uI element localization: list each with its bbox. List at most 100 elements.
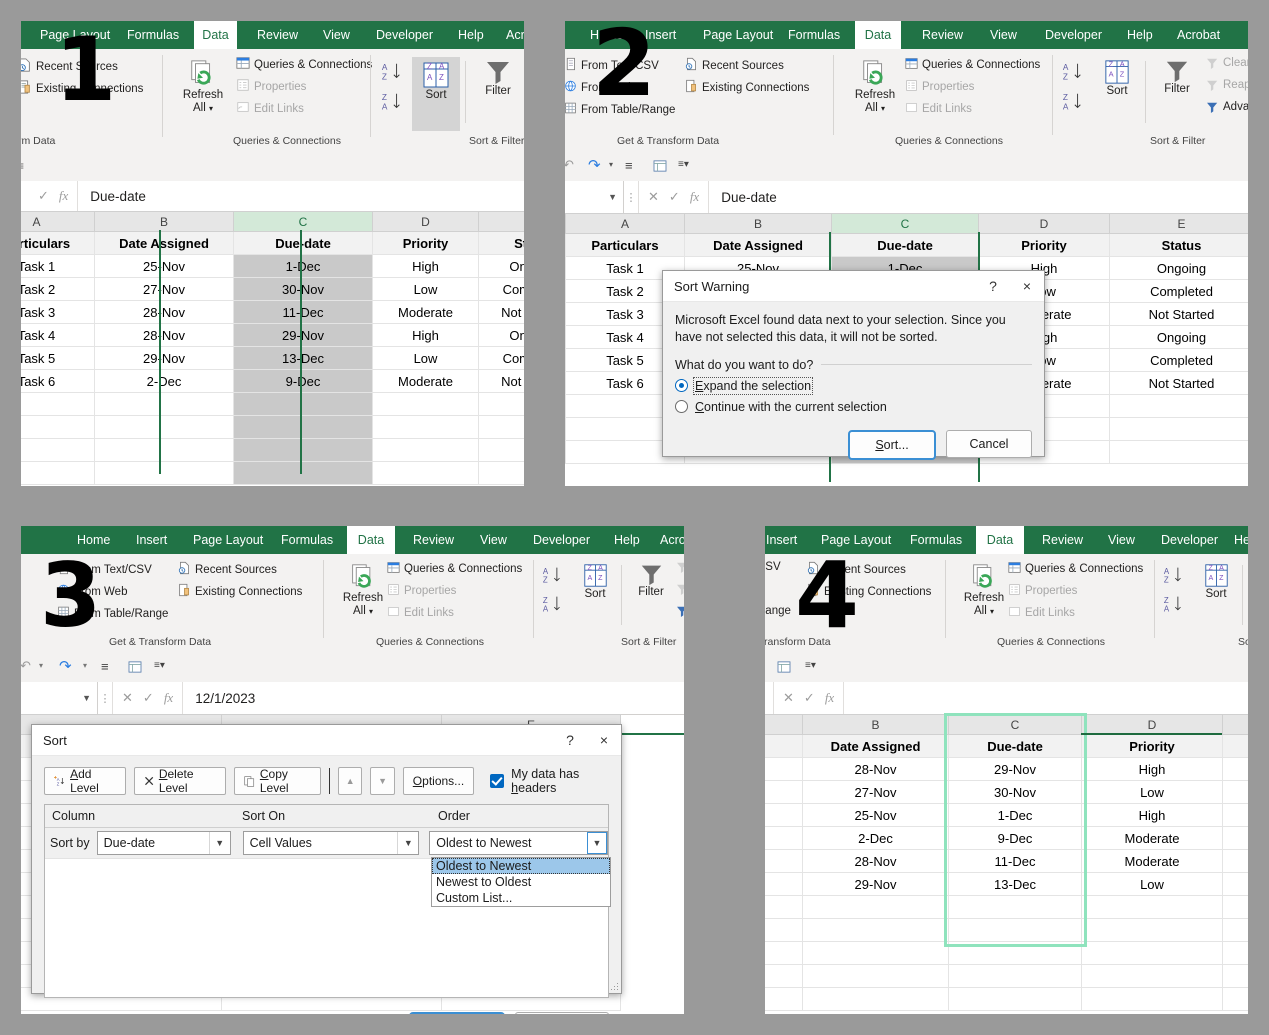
ribbon-queries-connections[interactable]: Queries & Connections — [387, 561, 522, 577]
ribbon-from-table-range[interactable]: From Table/Range — [565, 101, 675, 118]
refresh-all-button[interactable]: Refresh All ▾ — [336, 563, 390, 618]
tab-page-layout[interactable]: Page Layout — [184, 526, 272, 554]
confirm-icon[interactable]: ✓ — [38, 188, 49, 204]
refresh-all-button[interactable]: Refresh All ▾ — [848, 59, 902, 115]
cell[interactable]: High — [1081, 757, 1223, 781]
col-header-e[interactable]: E — [478, 211, 524, 232]
ribbon-recent-sources[interactable]: Recent Sources — [685, 57, 784, 74]
tab-developer[interactable]: Developer — [1152, 526, 1227, 554]
cell[interactable]: 28-Nov — [94, 300, 234, 324]
cell[interactable] — [372, 392, 479, 416]
cell[interactable] — [1109, 394, 1248, 418]
cell[interactable]: Completed — [1109, 348, 1248, 372]
confirm-icon[interactable]: ✓ — [143, 690, 154, 706]
sort-az-button[interactable]: AZ — [1163, 565, 1184, 591]
confirm-icon[interactable]: ✓ — [804, 690, 815, 706]
cell[interactable]: Moderate — [372, 300, 479, 324]
cell[interactable] — [802, 964, 949, 988]
ribbon-recent-sources[interactable]: Recent Sources — [178, 561, 277, 578]
cell[interactable] — [372, 438, 479, 462]
cell[interactable]: 30-Nov — [233, 277, 373, 301]
tab-formulas[interactable]: Formulas — [272, 526, 342, 554]
cell[interactable] — [1222, 987, 1248, 1011]
cell[interactable]: High — [1081, 803, 1223, 827]
cell[interactable] — [21, 392, 95, 416]
cell[interactable]: Task 1 — [21, 254, 95, 278]
ok-button[interactable]: OK — [409, 1012, 505, 1014]
cell[interactable] — [765, 964, 803, 988]
cell[interactable]: 27-Nov — [802, 780, 949, 804]
cell[interactable] — [765, 757, 803, 781]
cell[interactable] — [21, 461, 95, 485]
cell[interactable]: Not Started — [1109, 302, 1248, 326]
col-header-c[interactable]: C — [948, 714, 1082, 735]
ribbon-existing-connections[interactable]: Existing Connections — [21, 80, 143, 97]
copy-level-button[interactable]: Copy Level — [233, 767, 322, 795]
cell[interactable] — [94, 415, 234, 439]
cell[interactable]: 9-Dec — [948, 826, 1082, 850]
cell[interactable] — [765, 780, 803, 804]
cell[interactable]: 25-Nov — [94, 254, 234, 278]
confirm-icon[interactable]: ✓ — [669, 189, 680, 205]
dropdown-option-newest-oldest[interactable]: Newest to Oldest — [432, 874, 610, 890]
cell[interactable]: 11-Dec — [233, 300, 373, 324]
cell[interactable] — [765, 826, 803, 850]
sort-button[interactable]: Z A A Z Sort — [1090, 59, 1144, 98]
cell[interactable] — [478, 438, 524, 462]
cell[interactable]: Moderate — [372, 369, 479, 393]
cell[interactable]: 1-Dec — [233, 254, 373, 278]
undo-icon[interactable]: ↶ — [21, 658, 31, 674]
tab-view[interactable]: View — [314, 21, 359, 49]
move-down-button[interactable]: ▼ — [370, 767, 395, 795]
cell-header[interactable]: Particulars — [565, 233, 685, 257]
tab-acrobat[interactable]: Acrobat — [651, 526, 684, 554]
undo-chevron-icon[interactable]: ▾ — [39, 661, 43, 670]
tab-review[interactable]: Review — [248, 21, 307, 49]
sort-az-button[interactable]: AZ — [1062, 61, 1084, 88]
cancel-button[interactable]: Cancel — [946, 429, 1032, 458]
cell[interactable]: 25-Nov — [802, 803, 949, 827]
tab-developer[interactable]: Developer — [1036, 21, 1111, 49]
cell[interactable] — [1081, 987, 1223, 1011]
cell[interactable] — [233, 415, 373, 439]
cell[interactable] — [1222, 780, 1248, 804]
tab-page-layout[interactable]: Page Layout — [31, 21, 119, 49]
tab-data[interactable]: Data — [855, 21, 901, 49]
ribbon-recent-sources[interactable]: Recent Sources — [807, 561, 906, 578]
tab-developer[interactable]: Developer — [524, 526, 599, 554]
cell[interactable]: 28-Nov — [802, 757, 949, 781]
more-commands-icon[interactable]: ≡ — [21, 159, 24, 173]
cell[interactable] — [765, 803, 803, 827]
tab-review[interactable]: Review — [404, 526, 463, 554]
ribbon-from-text-csv[interactable]: From Text/CSV — [565, 57, 659, 74]
redo-chevron-icon[interactable]: ▾ — [609, 160, 613, 169]
ribbon-queries-connections[interactable]: Queries & Connections — [236, 56, 372, 73]
cell[interactable] — [765, 849, 803, 873]
cell-header-partial[interactable] — [1222, 734, 1248, 758]
sort-az-button[interactable]: AZ — [542, 565, 563, 591]
cell[interactable] — [1222, 826, 1248, 850]
tab-view[interactable]: View — [981, 21, 1026, 49]
cell[interactable]: 29-Nov — [94, 346, 234, 370]
options-button[interactable]: Options... — [402, 767, 475, 795]
cell[interactable] — [372, 415, 479, 439]
refresh-all-button[interactable]: Refresh All ▾ — [957, 563, 1011, 618]
tab-help[interactable]: Help — [1118, 21, 1162, 49]
tab-insert[interactable]: Insert — [765, 526, 818, 554]
insert-function-icon[interactable]: fx — [59, 188, 68, 204]
chevron-down-icon[interactable]: ▼ — [397, 832, 418, 854]
formula-bar-value-1[interactable]: Due-date — [78, 189, 146, 204]
cell[interactable] — [478, 415, 524, 439]
redo-icon[interactable]: ↷ — [59, 657, 72, 675]
cell[interactable]: Task 4 — [21, 323, 95, 347]
cell-header[interactable]: Particulars — [21, 231, 95, 255]
cell-header[interactable]: Date Assigned — [94, 231, 234, 255]
chevron-down-icon[interactable]: ▼ — [208, 832, 230, 854]
cell[interactable] — [94, 438, 234, 462]
ribbon-existing-connections[interactable]: Existing Connections — [178, 583, 302, 600]
form-icon[interactable] — [653, 159, 667, 177]
sort-column-combobox[interactable]: Due-date ▼ — [96, 831, 231, 855]
tab-review[interactable]: Review — [1033, 526, 1092, 554]
cell[interactable] — [478, 461, 524, 485]
tab-help[interactable]: Help — [1225, 526, 1248, 554]
